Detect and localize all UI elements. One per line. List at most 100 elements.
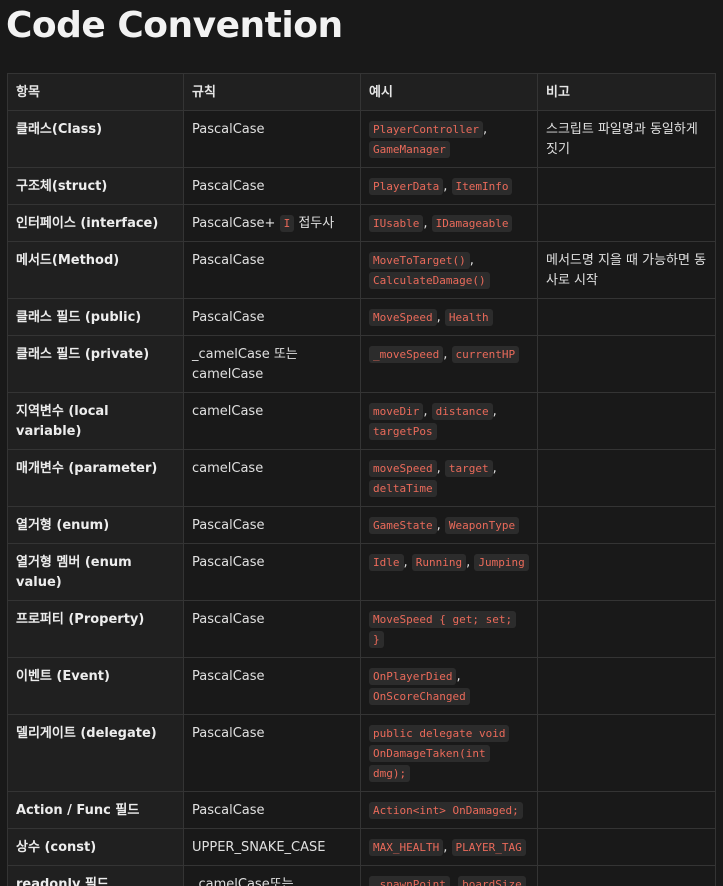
table-row: 이벤트 (Event) PascalCase OnPlayerDied, OnSco… (7, 657, 716, 715)
example-separator: , (443, 840, 452, 855)
table-row: 상수 (const) UPPER_SNAKE_CASE MAX_HEALTH, PL… (7, 828, 716, 866)
rule-code: I (279, 215, 295, 232)
cell-note (537, 506, 716, 544)
cell-rule: PascalCase (183, 657, 361, 715)
rule-text: PascalCase (192, 122, 265, 137)
example-code: boardSize (458, 876, 526, 886)
example-code: MoveSpeed (369, 309, 437, 326)
cell-example: Idle, Running, Jumping (360, 543, 538, 601)
cell-rule: camelCase (183, 449, 361, 507)
rule-text: camelCase (192, 461, 264, 476)
table-row: 인터페이스 (interface) PascalCase+ I 접두사 IUsabl… (7, 204, 716, 242)
table-row: 열거형 (enum) PascalCase GameState, WeaponTyp… (7, 506, 716, 544)
header-item: 항목 (7, 73, 184, 111)
cell-rule: PascalCase (183, 791, 361, 829)
example-code: PLAYER_TAG (451, 839, 526, 856)
rule-text: PascalCase (192, 179, 265, 194)
table-body: 클래스(Class) PascalCase PlayerController, Ga… (7, 110, 716, 886)
example-code: GameState (369, 517, 437, 534)
cell-example: OnPlayerDied, OnScoreChanged (360, 657, 538, 715)
example-separator: , (482, 122, 488, 137)
cell-item: 지역변수 (local variable) (7, 392, 184, 450)
cell-example: MoveSpeed { get; set; } (360, 600, 538, 658)
cell-item: 구조체(struct) (7, 167, 184, 205)
example-code: MoveSpeed { get; set; } (369, 611, 517, 648)
example-separator: , (443, 347, 452, 362)
cell-example: IUsable, IDamageable (360, 204, 538, 242)
example-code: _spawnPoint (369, 876, 450, 886)
cell-note (537, 657, 716, 715)
table-row: 델리게이트 (delegate) PascalCase public delegat… (7, 714, 716, 792)
example-code: IDamageable (431, 215, 513, 232)
example-code: target (444, 460, 493, 477)
example-code: OnScoreChanged (369, 688, 470, 705)
example-separator: , (443, 179, 452, 194)
rule-text: PascalCase (192, 803, 265, 818)
cell-item: 매개변수 (parameter) (7, 449, 184, 507)
example-code: ItemInfo (451, 178, 513, 195)
cell-rule: camelCase (183, 392, 361, 450)
example-code: targetPos (369, 423, 437, 440)
cell-example: MAX_HEALTH, PLAYER_TAG (360, 828, 538, 866)
cell-item: 상수 (const) (7, 828, 184, 866)
example-code: moveSpeed (369, 460, 437, 477)
cell-example: Action<int> OnDamaged; (360, 791, 538, 829)
cell-example: _spawnPoint, boardSize (360, 865, 538, 886)
table-row: 지역변수 (local variable) camelCase moveDir, d… (7, 392, 716, 450)
example-code: Health (444, 309, 493, 326)
table-row: Action / Func 필드 PascalCase Action<int> On… (7, 791, 716, 829)
cell-item: 인터페이스 (interface) (7, 204, 184, 242)
example-code: PlayerData (369, 178, 444, 195)
cell-item: Action / Func 필드 (7, 791, 184, 829)
cell-note (537, 298, 716, 336)
table-row: readonly 필드 _camelCase또는 camelCase _spawnP… (7, 865, 716, 886)
cell-rule: PascalCase+ I 접두사 (183, 204, 361, 242)
cell-example: GameState, WeaponType (360, 506, 538, 544)
cell-rule: _camelCase또는 camelCase (183, 865, 361, 886)
example-separator: , (492, 404, 497, 419)
cell-rule: PascalCase (183, 600, 361, 658)
example-separator: , (456, 669, 461, 684)
example-separator: , (403, 555, 412, 570)
cell-item: 클래스(Class) (7, 110, 184, 168)
table-row: 구조체(struct) PascalCase PlayerData, ItemInf… (7, 167, 716, 205)
rule-text: PascalCase (192, 726, 265, 741)
cell-note (537, 865, 716, 886)
example-code: currentHP (451, 346, 520, 363)
cell-rule: _camelCase 또는 camelCase (183, 335, 361, 393)
example-separator: , (436, 310, 445, 325)
cell-rule: PascalCase (183, 167, 361, 205)
rule-text: _camelCase 또는 camelCase (192, 347, 298, 382)
cell-item: 델리게이트 (delegate) (7, 714, 184, 792)
table-header-row: 항목 규칙 예시 비고 (7, 73, 716, 111)
example-separator: , (469, 253, 474, 268)
example-code: Action<int> OnDamaged; (369, 802, 523, 819)
cell-note: 메서드명 지을 때 가능하면 동사로 시작 (537, 241, 716, 299)
table-row: 클래스(Class) PascalCase PlayerController, Ga… (7, 110, 716, 168)
table-row: 클래스 필드 (private) _camelCase 또는 camelCase _… (7, 335, 716, 393)
rule-text: PascalCase (192, 253, 265, 268)
example-code: public delegate void OnDamageTaken(int d… (369, 725, 510, 782)
example-code: Jumping (474, 554, 529, 571)
cell-item: 열거형 멤버 (enum value) (7, 543, 184, 601)
rule-text: PascalCase (192, 612, 265, 627)
example-separator: , (492, 461, 497, 476)
cell-note (537, 204, 716, 242)
cell-rule: PascalCase (183, 110, 361, 168)
example-code: IUsable (369, 215, 424, 232)
rule-text: PascalCase (192, 518, 265, 533)
example-code: moveDir (369, 403, 424, 420)
cell-note: 스크립트 파일명과 동일하게 짓기 (537, 110, 716, 168)
rule-text: camelCase (192, 404, 264, 419)
cell-example: moveSpeed, target, deltaTime (360, 449, 538, 507)
rule-text: _camelCase또는 camelCase (192, 877, 294, 886)
cell-note (537, 392, 716, 450)
cell-note (537, 791, 716, 829)
rule-text: PascalCase+ (192, 216, 280, 231)
example-separator: , (423, 404, 432, 419)
header-example: 예시 (360, 73, 538, 111)
convention-table: 항목 규칙 예시 비고 클래스(Class) PascalCase PlayerCo… (7, 73, 716, 886)
cell-item: 클래스 필드 (private) (7, 335, 184, 393)
cell-note (537, 828, 716, 866)
example-code: _moveSpeed (369, 346, 444, 363)
